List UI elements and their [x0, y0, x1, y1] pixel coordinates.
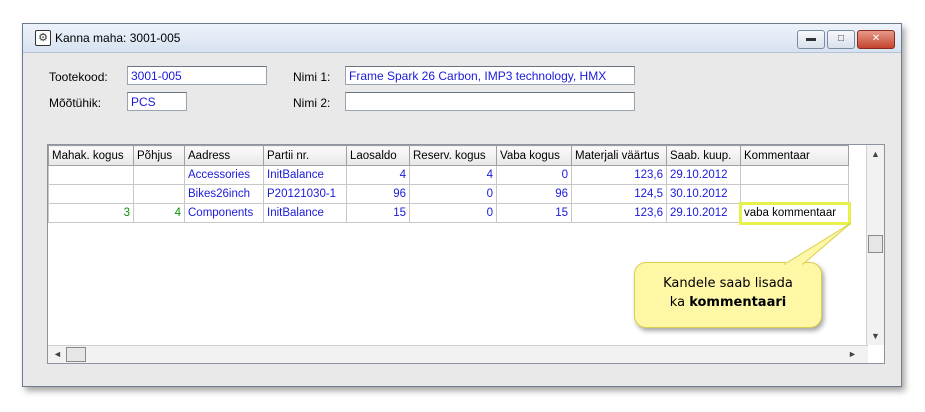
col-partii-nr[interactable]: Partii nr.	[263, 145, 347, 166]
table-row[interactable]: Accessories InitBalance 4 4 0 123,6 29.1…	[48, 165, 849, 185]
cell-mahak-kogus[interactable]	[48, 184, 134, 204]
app-icon: ⚙	[35, 30, 51, 46]
batch-grid[interactable]: Mahak. kogus Põhjus Aadress Partii nr. L…	[47, 144, 885, 364]
cell-pohjus[interactable]	[133, 184, 185, 204]
mootuhik-field[interactable]: PCS	[127, 92, 187, 111]
horizontal-scroll-thumb[interactable]	[66, 347, 86, 362]
tootekood-label: Tootekood:	[49, 70, 108, 84]
col-mahak-kogus[interactable]: Mahak. kogus	[48, 145, 134, 166]
write-off-dialog: ⚙ Kanna maha: 3001-005 ▬ □ ✕ Tootekood: …	[22, 23, 902, 387]
close-button[interactable]: ✕	[857, 30, 895, 49]
nimi1-label: Nimi 1:	[293, 70, 331, 84]
nimi1-field[interactable]: Frame Spark 26 Carbon, IMP3 technology, …	[345, 66, 635, 85]
cell-laosaldo: 15	[346, 203, 410, 223]
col-kommentaar[interactable]: Kommentaar	[740, 145, 849, 166]
cell-vaba-kogus: 15	[496, 203, 572, 223]
cell-vaba-kogus: 0	[496, 165, 572, 185]
callout-pointer-icon	[783, 222, 852, 266]
cell-reserv-kogus: 4	[409, 165, 497, 185]
table-row[interactable]: 3 4 Components InitBalance 15 0 15 123,6…	[48, 201, 851, 225]
cell-partii-nr: InitBalance	[263, 203, 347, 223]
col-vaba-kogus[interactable]: Vaba kogus	[496, 145, 572, 166]
cell-materjali-vaartus: 123,6	[571, 203, 667, 223]
horizontal-scrollbar[interactable]: ◄ ►	[48, 345, 868, 363]
vertical-scrollbar[interactable]: ▲ ▼	[866, 145, 884, 345]
cell-mahak-kogus[interactable]: 3	[48, 203, 134, 223]
cell-partii-nr: P20121030-1	[263, 184, 347, 204]
nimi2-label: Nimi 2:	[293, 96, 331, 110]
scroll-left-icon[interactable]: ◄	[53, 349, 62, 359]
mootuhik-label: Mõõtühik:	[49, 96, 102, 110]
cell-reserv-kogus: 0	[409, 184, 497, 204]
cell-reserv-kogus: 0	[409, 203, 497, 223]
title-bar: ⚙ Kanna maha: 3001-005 ▬ □ ✕	[23, 24, 901, 53]
cell-kommentaar[interactable]	[740, 165, 849, 185]
col-saab-kuup[interactable]: Saab. kuup.	[666, 145, 741, 166]
cell-mahak-kogus[interactable]	[48, 165, 134, 185]
cell-materjali-vaartus: 124,5	[571, 184, 667, 204]
callout-line1: Kandele saab lisada	[663, 276, 793, 291]
nimi2-field[interactable]	[345, 92, 635, 111]
grid-header-row: Mahak. kogus Põhjus Aadress Partii nr. L…	[48, 145, 849, 166]
maximize-button[interactable]: □	[827, 30, 855, 49]
col-materjali-vaartus[interactable]: Materjali väärtus	[571, 145, 667, 166]
cell-aadress: Accessories	[184, 165, 264, 185]
cell-materjali-vaartus: 123,6	[571, 165, 667, 185]
cell-saab-kuup: 30.10.2012	[666, 184, 741, 204]
cell-aadress: Components	[184, 203, 264, 223]
cell-kommentaar[interactable]	[740, 184, 849, 204]
col-reserv-kogus[interactable]: Reserv. kogus	[409, 145, 497, 166]
scroll-down-icon[interactable]: ▼	[871, 331, 880, 341]
cell-pohjus[interactable]	[133, 165, 185, 185]
table-row[interactable]: Bikes26inch P20121030-1 96 0 96 124,5 30…	[48, 184, 849, 204]
cell-saab-kuup: 29.10.2012	[666, 165, 741, 185]
callout-line2-prefix: ka	[669, 295, 690, 310]
tooltip-callout: Kandele saab lisada ka kommentaari	[634, 222, 852, 328]
col-laosaldo[interactable]: Laosaldo	[346, 145, 410, 166]
cell-kommentaar-editing[interactable]: vaba kommentaar	[738, 201, 851, 225]
cell-partii-nr: InitBalance	[263, 165, 347, 185]
scroll-up-icon[interactable]: ▲	[871, 149, 880, 159]
callout-text: Kandele saab lisada ka kommentaari	[635, 274, 821, 312]
cell-aadress: Bikes26inch	[184, 184, 264, 204]
cell-pohjus[interactable]: 4	[133, 203, 185, 223]
scroll-right-icon[interactable]: ►	[848, 349, 857, 359]
vertical-scroll-thumb[interactable]	[868, 235, 883, 253]
tootekood-field[interactable]: 3001-005	[127, 66, 267, 85]
col-pohjus[interactable]: Põhjus	[133, 145, 185, 166]
cell-vaba-kogus: 96	[496, 184, 572, 204]
callout-line2-bold: kommentaari	[689, 295, 787, 310]
cell-saab-kuup: 29.10.2012	[666, 203, 741, 223]
batch-table: Mahak. kogus Põhjus Aadress Partii nr. L…	[48, 145, 851, 225]
cell-laosaldo: 4	[346, 165, 410, 185]
minimize-button[interactable]: ▬	[797, 30, 825, 49]
cell-laosaldo: 96	[346, 184, 410, 204]
col-aadress[interactable]: Aadress	[184, 145, 264, 166]
window-title: Kanna maha: 3001-005	[55, 31, 181, 45]
